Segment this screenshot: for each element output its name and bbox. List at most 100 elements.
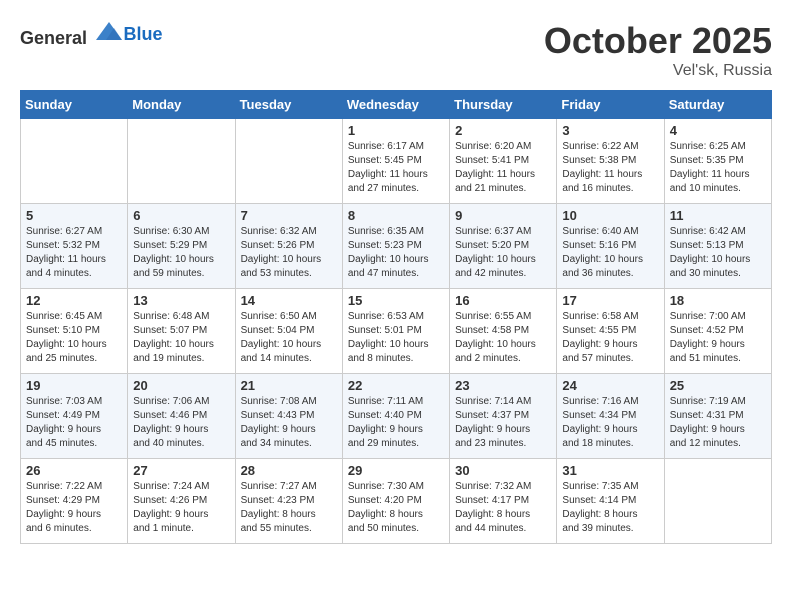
cell-content: Sunrise: 6:17 AM Sunset: 5:45 PM Dayligh… — [348, 140, 444, 196]
week-row-2: 5 Sunrise: 6:27 AM Sunset: 5:32 PM Daylig… — [21, 204, 772, 289]
column-header-thursday: Thursday — [450, 91, 557, 119]
day-number: 27 — [133, 463, 229, 478]
calendar-cell: 31 Sunrise: 7:35 AM Sunset: 4:14 PM Dayli… — [557, 459, 664, 544]
calendar-cell — [128, 119, 235, 204]
cell-content: Sunrise: 7:19 AM Sunset: 4:31 PM Dayligh… — [670, 395, 766, 451]
cell-content: Sunrise: 6:20 AM Sunset: 5:41 PM Dayligh… — [455, 140, 551, 196]
column-header-saturday: Saturday — [664, 91, 771, 119]
calendar-cell: 7 Sunrise: 6:32 AM Sunset: 5:26 PM Daylig… — [235, 204, 342, 289]
week-row-4: 19 Sunrise: 7:03 AM Sunset: 4:49 PM Dayli… — [21, 374, 772, 459]
day-number: 1 — [348, 123, 444, 138]
day-number: 7 — [241, 208, 337, 223]
cell-content: Sunrise: 7:30 AM Sunset: 4:20 PM Dayligh… — [348, 480, 444, 536]
day-number: 29 — [348, 463, 444, 478]
cell-content: Sunrise: 7:08 AM Sunset: 4:43 PM Dayligh… — [241, 395, 337, 451]
day-number: 26 — [26, 463, 122, 478]
calendar-cell: 25 Sunrise: 7:19 AM Sunset: 4:31 PM Dayli… — [664, 374, 771, 459]
calendar-cell: 5 Sunrise: 6:27 AM Sunset: 5:32 PM Daylig… — [21, 204, 128, 289]
calendar-cell: 9Sunrise: 6:37 AM Sunset: 5:20 PM Daylig… — [450, 204, 557, 289]
calendar-cell: 26Sunrise: 7:22 AM Sunset: 4:29 PM Dayli… — [21, 459, 128, 544]
cell-content: Sunrise: 6:22 AM Sunset: 5:38 PM Dayligh… — [562, 140, 658, 196]
logo-blue: Blue — [124, 24, 163, 44]
header-row: SundayMondayTuesdayWednesdayThursdayFrid… — [21, 91, 772, 119]
day-number: 28 — [241, 463, 337, 478]
calendar-cell: 13 Sunrise: 6:48 AM Sunset: 5:07 PM Dayli… — [128, 289, 235, 374]
day-number: 6 — [133, 208, 229, 223]
cell-content: Sunrise: 6:27 AM Sunset: 5:32 PM Dayligh… — [26, 225, 122, 281]
day-number: 2 — [455, 123, 551, 138]
calendar-cell — [664, 459, 771, 544]
calendar-cell: 19 Sunrise: 7:03 AM Sunset: 4:49 PM Dayli… — [21, 374, 128, 459]
cell-content: Sunrise: 7:03 AM Sunset: 4:49 PM Dayligh… — [26, 395, 122, 451]
cell-content: Sunrise: 7:27 AM Sunset: 4:23 PM Dayligh… — [241, 480, 337, 536]
column-header-monday: Monday — [128, 91, 235, 119]
month-title: October 2025 — [544, 20, 772, 62]
day-number: 13 — [133, 293, 229, 308]
calendar-cell: 15 Sunrise: 6:53 AM Sunset: 5:01 PM Dayli… — [342, 289, 449, 374]
cell-content: Sunrise: 7:00 AM Sunset: 4:52 PM Dayligh… — [670, 310, 766, 366]
day-number: 9 — [455, 208, 551, 223]
calendar-cell: 6 Sunrise: 6:30 AM Sunset: 5:29 PM Daylig… — [128, 204, 235, 289]
day-number: 31 — [562, 463, 658, 478]
calendar-cell: 1 Sunrise: 6:17 AM Sunset: 5:45 PM Daylig… — [342, 119, 449, 204]
calendar-cell: 4Sunrise: 6:25 AM Sunset: 5:35 PM Daylig… — [664, 119, 771, 204]
day-number: 18 — [670, 293, 766, 308]
calendar-cell — [235, 119, 342, 204]
cell-content: Sunrise: 7:32 AM Sunset: 4:17 PM Dayligh… — [455, 480, 551, 536]
calendar-cell: 16 Sunrise: 6:55 AM Sunset: 4:58 PM Dayli… — [450, 289, 557, 374]
calendar-cell: 27 Sunrise: 7:24 AM Sunset: 4:26 PM Dayli… — [128, 459, 235, 544]
day-number: 3 — [562, 123, 658, 138]
location-subtitle: Vel'sk, Russia — [544, 62, 772, 80]
title-area: October 2025 Vel'sk, Russia — [544, 20, 772, 80]
calendar-cell: 21 Sunrise: 7:08 AM Sunset: 4:43 PM Dayli… — [235, 374, 342, 459]
logo-icon — [94, 20, 124, 44]
cell-content: Sunrise: 6:25 AM Sunset: 5:35 PM Dayligh… — [670, 140, 766, 196]
column-header-tuesday: Tuesday — [235, 91, 342, 119]
day-number: 17 — [562, 293, 658, 308]
logo: General Blue — [20, 20, 163, 49]
cell-content: Sunrise: 6:50 AM Sunset: 5:04 PM Dayligh… — [241, 310, 337, 366]
calendar-cell: 12Sunrise: 6:45 AM Sunset: 5:10 PM Dayli… — [21, 289, 128, 374]
cell-content: Sunrise: 7:06 AM Sunset: 4:46 PM Dayligh… — [133, 395, 229, 451]
cell-content: Sunrise: 6:48 AM Sunset: 5:07 PM Dayligh… — [133, 310, 229, 366]
week-row-3: 12Sunrise: 6:45 AM Sunset: 5:10 PM Dayli… — [21, 289, 772, 374]
cell-content: Sunrise: 6:55 AM Sunset: 4:58 PM Dayligh… — [455, 310, 551, 366]
calendar-cell: 20 Sunrise: 7:06 AM Sunset: 4:46 PM Dayli… — [128, 374, 235, 459]
day-number: 15 — [348, 293, 444, 308]
cell-content: Sunrise: 6:30 AM Sunset: 5:29 PM Dayligh… — [133, 225, 229, 281]
cell-content: Sunrise: 6:53 AM Sunset: 5:01 PM Dayligh… — [348, 310, 444, 366]
day-number: 11 — [670, 208, 766, 223]
calendar-cell: 17Sunrise: 6:58 AM Sunset: 4:55 PM Dayli… — [557, 289, 664, 374]
day-number: 24 — [562, 378, 658, 393]
cell-content: Sunrise: 6:40 AM Sunset: 5:16 PM Dayligh… — [562, 225, 658, 281]
cell-content: Sunrise: 6:42 AM Sunset: 5:13 PM Dayligh… — [670, 225, 766, 281]
calendar-cell: 30 Sunrise: 7:32 AM Sunset: 4:17 PM Dayli… — [450, 459, 557, 544]
cell-content: Sunrise: 6:32 AM Sunset: 5:26 PM Dayligh… — [241, 225, 337, 281]
calendar-cell: 23Sunrise: 7:14 AM Sunset: 4:37 PM Dayli… — [450, 374, 557, 459]
calendar-cell: 10 Sunrise: 6:40 AM Sunset: 5:16 PM Dayli… — [557, 204, 664, 289]
column-header-sunday: Sunday — [21, 91, 128, 119]
calendar-cell: 14Sunrise: 6:50 AM Sunset: 5:04 PM Dayli… — [235, 289, 342, 374]
calendar-cell: 11 Sunrise: 6:42 AM Sunset: 5:13 PM Dayli… — [664, 204, 771, 289]
cell-content: Sunrise: 7:24 AM Sunset: 4:26 PM Dayligh… — [133, 480, 229, 536]
cell-content: Sunrise: 7:11 AM Sunset: 4:40 PM Dayligh… — [348, 395, 444, 451]
day-number: 5 — [26, 208, 122, 223]
calendar-cell: 28 Sunrise: 7:27 AM Sunset: 4:23 PM Dayli… — [235, 459, 342, 544]
cell-content: Sunrise: 6:35 AM Sunset: 5:23 PM Dayligh… — [348, 225, 444, 281]
day-number: 22 — [348, 378, 444, 393]
logo-general: General — [20, 28, 87, 48]
cell-content: Sunrise: 7:35 AM Sunset: 4:14 PM Dayligh… — [562, 480, 658, 536]
day-number: 20 — [133, 378, 229, 393]
day-number: 19 — [26, 378, 122, 393]
day-number: 16 — [455, 293, 551, 308]
day-number: 21 — [241, 378, 337, 393]
cell-content: Sunrise: 7:16 AM Sunset: 4:34 PM Dayligh… — [562, 395, 658, 451]
calendar-cell: 24 Sunrise: 7:16 AM Sunset: 4:34 PM Dayli… — [557, 374, 664, 459]
day-number: 25 — [670, 378, 766, 393]
calendar-cell: 18 Sunrise: 7:00 AM Sunset: 4:52 PM Dayli… — [664, 289, 771, 374]
day-number: 30 — [455, 463, 551, 478]
day-number: 12 — [26, 293, 122, 308]
day-number: 10 — [562, 208, 658, 223]
week-row-5: 26Sunrise: 7:22 AM Sunset: 4:29 PM Dayli… — [21, 459, 772, 544]
column-header-friday: Friday — [557, 91, 664, 119]
